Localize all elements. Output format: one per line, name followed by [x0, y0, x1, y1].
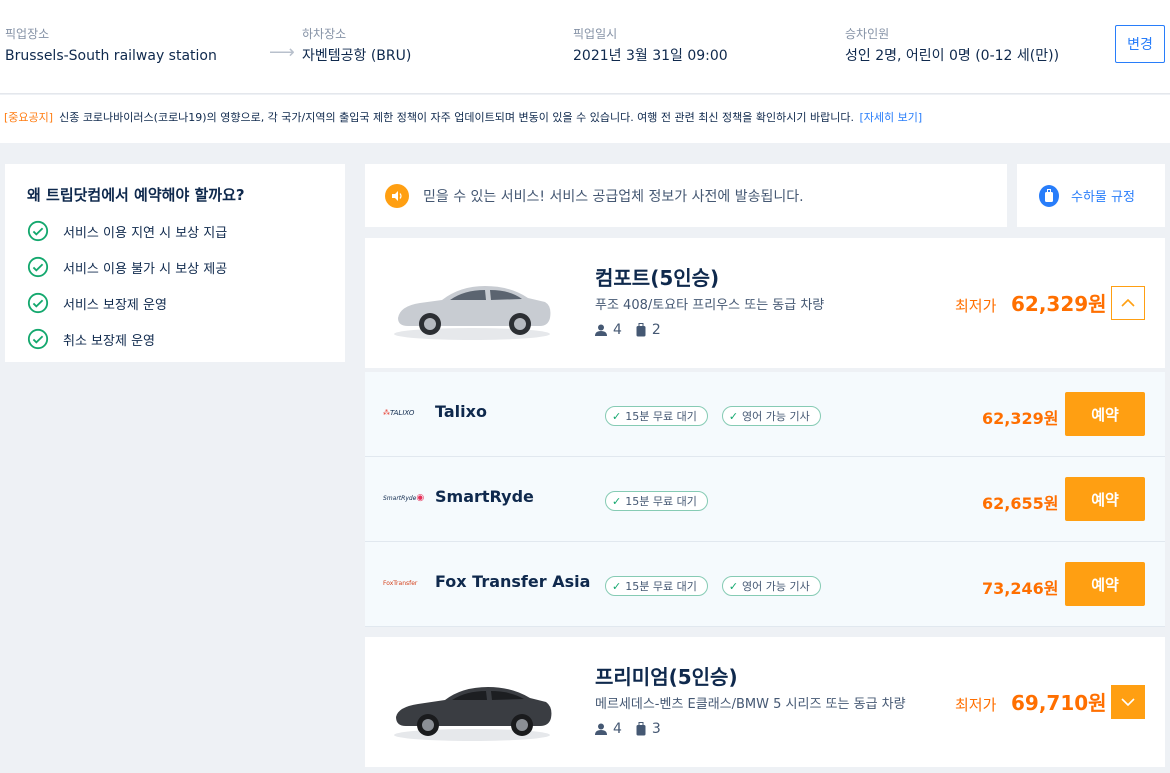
arrow-right-icon: ⟶	[269, 42, 295, 63]
supplier-price: 62,655원	[982, 494, 1059, 513]
book-button[interactable]: 예약	[1065, 477, 1145, 521]
book-button[interactable]: 예약	[1065, 562, 1145, 606]
talixo-logo: ⁂ TALIXO	[383, 409, 415, 417]
car-class-card[interactable]: 컴포트(5인승) 푸조 408/토요타 프리우스 또는 동급 차량 4 2 최저…	[365, 238, 1165, 368]
service-info-text: 믿을 수 있는 서비스! 서비스 공급업체 정보가 사전에 발송됩니다.	[423, 188, 804, 205]
check-icon: ✓	[612, 494, 622, 508]
benefit-item: 서비스 이용 불가 시 보상 제공	[27, 249, 323, 285]
person-icon	[595, 324, 607, 336]
check-circle-icon	[27, 328, 49, 350]
free-wait-badge: ✓ 15분 무료 대기	[605, 491, 708, 511]
benefit-label: 취소 보장제 운영	[63, 333, 155, 349]
speaker-icon	[385, 183, 409, 208]
seat-count: 4	[613, 721, 622, 737]
car-capacity: 4 2	[595, 322, 661, 338]
english-driver-badge: ✓ 영어 가능 기사	[721, 406, 821, 426]
supplier-badges: ✓ 15분 무료 대기 ✓ 영어 가능 기사	[605, 406, 835, 426]
supplier-name: Talixo	[435, 402, 487, 421]
datetime-label: 픽업일시	[573, 27, 618, 41]
benefit-item: 취소 보장제 운영	[27, 321, 323, 357]
luggage-icon	[1039, 184, 1059, 207]
check-icon: ✓	[728, 409, 739, 423]
car-capacity: 4 3	[595, 721, 661, 737]
dropoff-info: 하차장소 자벤템공항 (BRU)	[302, 26, 411, 66]
benefit-label: 서비스 보장제 운영	[63, 297, 167, 313]
supplier-row: ⁂ TALIXO Talixo ✓ 15분 무료 대기 ✓ 영어 가능 기사 62,3…	[365, 372, 1165, 457]
datetime-value: 2021년 3월 31일 09:00	[573, 48, 728, 64]
supplier-price: 73,246원	[982, 579, 1059, 598]
sedan-car-image	[394, 687, 552, 741]
benefit-item: 서비스 이용 지연 시 보상 지급	[27, 213, 323, 249]
notice-text: 신종 코로나바이러스(코로나19)의 영향으로, 각 국가/지역의 출입국 제한…	[59, 111, 854, 124]
supplier-row: SmartRyde ◉ SmartRyde ✓ 15분 무료 대기 62,655원 …	[365, 457, 1165, 542]
benefit-label: 서비스 이용 불가 시 보상 제공	[63, 261, 228, 277]
baggage-policy-label: 수하물 규정	[1071, 190, 1135, 205]
bag-count: 3	[651, 721, 661, 737]
notice-tag: [중요공지]	[4, 111, 54, 124]
seat-count: 4	[613, 322, 622, 338]
supplier-name: Fox Transfer Asia	[435, 572, 591, 591]
notice-more-link[interactable]: [자세히 보기]	[859, 111, 922, 124]
english-driver-badge: ✓ 영어 가능 기사	[721, 576, 821, 596]
car-class-desc: 메르세데스-벤츠 E클래스/BMW 5 시리즈 또는 동급 차량	[595, 697, 906, 712]
chevron-down-icon	[1121, 698, 1135, 706]
why-book-panel: 왜 트립닷컴에서 예약해야 할까요? 서비스 이용 지연 시 보상 지급 서비스…	[5, 164, 345, 362]
smartryde-logo: SmartRyde ◉	[383, 493, 425, 503]
luggage-icon	[636, 323, 646, 337]
check-icon: ✓	[612, 409, 622, 423]
free-wait-badge: ✓ 15분 무료 대기	[605, 406, 708, 426]
check-circle-icon	[27, 220, 49, 242]
covid-notice: [중요공지] 신종 코로나바이러스(코로나19)의 영향으로, 각 국가/지역의 …	[0, 95, 1170, 143]
benefit-label: 서비스 이용 지연 시 보상 지급	[63, 225, 228, 241]
book-button[interactable]: 예약	[1065, 392, 1145, 436]
supplier-row: FoxTransfer Fox Transfer Asia ✓ 15분 무료 대기…	[365, 542, 1165, 627]
lowest-price: 62,329원	[1011, 292, 1107, 316]
dropoff-label: 하차장소	[302, 27, 347, 41]
supplier-name: SmartRyde	[435, 487, 534, 506]
passengers-label: 승차인원	[845, 27, 890, 41]
car-class-name: 컴포트(5인승)	[595, 266, 720, 290]
passengers-value: 성인 2명, 어린이 0명 (0-12 세(만))	[845, 48, 1060, 64]
why-book-title: 왜 트립닷컴에서 예약해야 할까요?	[27, 186, 245, 204]
person-icon	[595, 723, 607, 735]
check-circle-icon	[27, 256, 49, 278]
car-class-card[interactable]: 프리미엄(5인승) 메르세데스-벤츠 E클래스/BMW 5 시리즈 또는 동급 …	[365, 637, 1165, 767]
free-wait-badge: ✓ 15분 무료 대기	[605, 576, 708, 596]
collapse-button[interactable]	[1111, 286, 1145, 320]
luggage-icon	[636, 722, 646, 736]
baggage-policy-link[interactable]: 수하물 규정	[1017, 164, 1165, 227]
passengers-info: 승차인원 성인 2명, 어린이 0명 (0-12 세(만))	[845, 26, 1059, 66]
car-class-name: 프리미엄(5인승)	[595, 665, 738, 689]
lowest-price: 69,710원	[1011, 691, 1107, 715]
check-circle-icon	[27, 292, 49, 314]
dropoff-value: 자벤템공항 (BRU)	[302, 48, 412, 64]
supplier-badges: ✓ 15분 무료 대기 ✓ 영어 가능 기사	[605, 576, 835, 596]
lowest-price-label: 최저가	[955, 696, 997, 714]
foxtransfer-logo: FoxTransfer	[383, 579, 418, 587]
lowest-price-label: 최저가	[955, 297, 997, 315]
check-icon: ✓	[728, 579, 739, 593]
pickup-value: Brussels-South railway station	[5, 48, 217, 64]
service-info-bar: 믿을 수 있는 서비스! 서비스 공급업체 정보가 사전에 발송됩니다.	[365, 164, 1007, 227]
supplier-price: 62,329원	[982, 409, 1059, 428]
search-summary-header: 픽업장소 Brussels-South railway station ⟶ 하차…	[0, 0, 1170, 94]
expand-button[interactable]	[1111, 685, 1145, 719]
sedan-car-image	[394, 286, 551, 340]
chevron-up-icon	[1121, 299, 1135, 307]
bag-count: 2	[651, 322, 661, 338]
check-icon: ✓	[612, 579, 622, 593]
datetime-info: 픽업일시 2021년 3월 31일 09:00	[573, 26, 728, 66]
pickup-label: 픽업장소	[5, 27, 50, 41]
benefit-item: 서비스 보장제 운영	[27, 285, 323, 321]
car-class-desc: 푸조 408/토요타 프리우스 또는 동급 차량	[595, 298, 825, 313]
change-search-button[interactable]: 변경	[1115, 25, 1165, 63]
supplier-badges: ✓ 15분 무료 대기	[605, 491, 722, 511]
pickup-info: 픽업장소 Brussels-South railway station	[5, 26, 217, 66]
